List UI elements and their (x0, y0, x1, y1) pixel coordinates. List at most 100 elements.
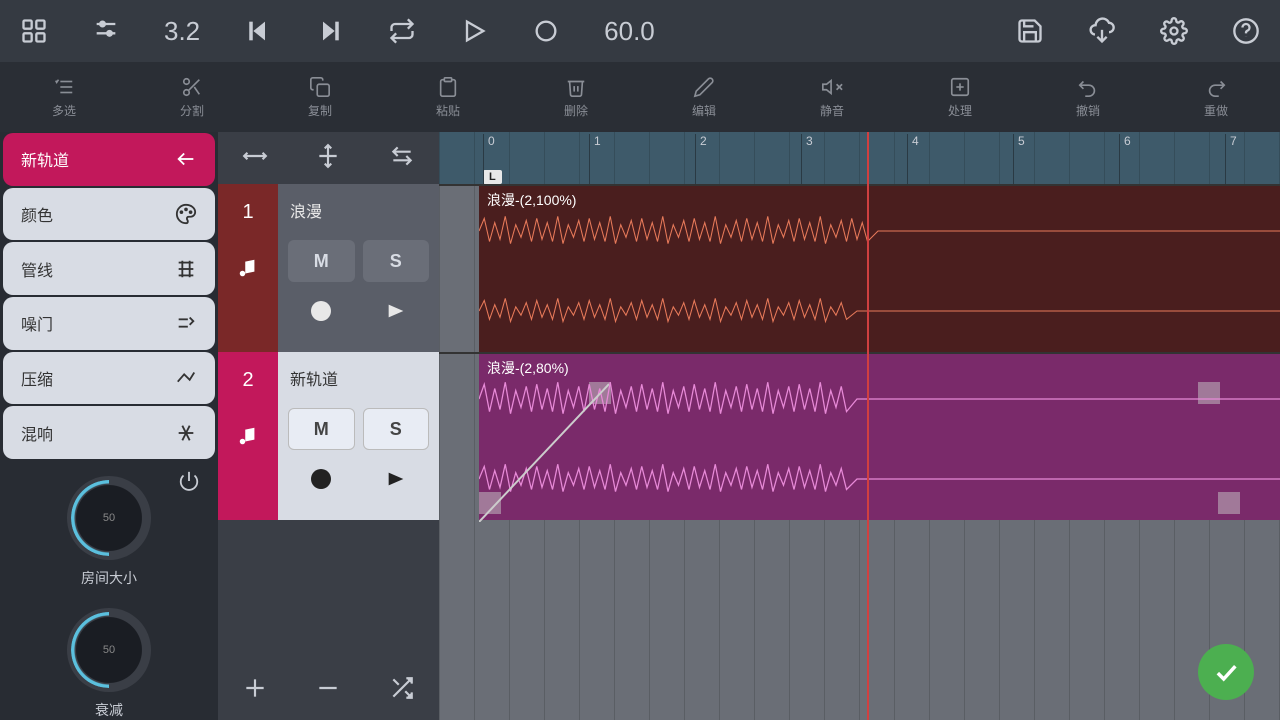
track-number: 1 (218, 184, 278, 240)
settings-icon[interactable] (1160, 17, 1188, 45)
audio-clip-1[interactable]: 浪漫-(2,100%) (479, 186, 1280, 352)
loop-icon[interactable] (388, 17, 416, 45)
tempo-display[interactable]: 60.0 (604, 16, 655, 47)
ruler-tick: 5 (1013, 134, 1025, 186)
label: 删除 (564, 102, 588, 119)
knob-label: 房间大小 (81, 568, 137, 588)
palette-icon (175, 203, 197, 225)
shuffle-icon[interactable] (389, 675, 415, 706)
arm-record[interactable] (288, 290, 355, 332)
ruler-tick: 4 (907, 134, 919, 186)
position-display[interactable]: 3.2 (164, 16, 200, 47)
record-icon[interactable] (532, 17, 560, 45)
solo-toggle[interactable]: S (363, 240, 430, 282)
ruler[interactable]: L 01234567 (439, 132, 1280, 184)
trim-tool-icon[interactable] (389, 143, 415, 174)
label: 多选 (52, 102, 76, 119)
label: 粘贴 (436, 102, 460, 119)
add-track-icon[interactable] (242, 675, 268, 706)
skip-forward-icon[interactable] (316, 17, 344, 45)
split-button[interactable]: 分割 (128, 76, 256, 119)
help-icon[interactable] (1232, 17, 1260, 45)
edit-toolbar: 多选 分割 复制 粘贴 删除 编辑 静音 处理 撤销 重做 (0, 62, 1280, 132)
knob-value: 50 (103, 644, 115, 656)
ruler-tick: 3 (801, 134, 813, 186)
label: 新轨道 (21, 147, 69, 171)
clip-row-2[interactable]: 浪漫-(2,80%) (439, 352, 1280, 520)
note-icon[interactable] (218, 408, 278, 464)
cloud-download-icon[interactable] (1088, 17, 1116, 45)
ruler-tick: 6 (1119, 134, 1131, 186)
waveform-icon (479, 210, 1280, 252)
save-icon[interactable] (1016, 17, 1044, 45)
gate-icon (175, 312, 197, 334)
skip-back-icon[interactable] (244, 17, 272, 45)
ruler-tick: 2 (695, 134, 707, 186)
move-tool-icon[interactable] (242, 143, 268, 174)
track-footer (218, 660, 439, 720)
play-icon[interactable] (460, 17, 488, 45)
mute-toggle[interactable]: M (288, 408, 355, 450)
mute-toggle[interactable]: M (288, 240, 355, 282)
track-header-1[interactable]: 1 浪漫 MS (218, 184, 439, 352)
mute-button[interactable]: 静音 (768, 76, 896, 119)
delete-button[interactable]: 删除 (512, 76, 640, 119)
redo-button[interactable]: 重做 (1152, 76, 1280, 119)
top-transport-bar: 3.2 60.0 (0, 0, 1280, 62)
knob-room-size[interactable]: 50房间大小 (67, 476, 151, 588)
label: 复制 (308, 102, 332, 119)
sidebar-compress[interactable]: 压缩 (3, 352, 215, 405)
sidebar-gate[interactable]: 噪门 (3, 297, 215, 350)
monitor-button[interactable] (363, 458, 430, 500)
timeline-area[interactable]: L 01234567 浪漫-(2,100%) 浪漫-(2,80%) (439, 132, 1280, 720)
track-name[interactable]: 浪漫 (288, 192, 429, 232)
ruler-tick: 7 (1225, 134, 1237, 186)
label: 压缩 (21, 366, 53, 390)
remove-track-icon[interactable] (315, 675, 341, 706)
label: 噪门 (21, 311, 53, 335)
solo-toggle[interactable]: S (363, 408, 430, 450)
edit-button[interactable]: 编辑 (640, 76, 768, 119)
sidebar-pipeline[interactable]: 管线 (3, 242, 215, 295)
freeze-icon[interactable] (218, 464, 278, 520)
fade-in-line[interactable] (479, 354, 609, 522)
knob-decay[interactable]: 50 衰减 (67, 608, 151, 720)
reverb-icon (175, 422, 197, 444)
clip-row-1[interactable]: 浪漫-(2,100%) (439, 184, 1280, 352)
track-header-2[interactable]: 2 新轨道 MS (218, 352, 439, 520)
empty-track-area[interactable] (439, 520, 1280, 720)
compress-icon (175, 367, 197, 389)
label: 编辑 (692, 102, 716, 119)
note-icon[interactable] (218, 240, 278, 296)
sliders-icon[interactable] (92, 17, 120, 45)
label: 分割 (180, 102, 204, 119)
apps-icon[interactable] (20, 17, 48, 45)
label: 撤销 (1076, 102, 1100, 119)
confirm-button[interactable] (1198, 644, 1254, 700)
arm-record[interactable] (288, 458, 355, 500)
playhead[interactable] (867, 132, 869, 720)
sidebar-reverb[interactable]: 混响 (3, 406, 215, 459)
track-number: 2 (218, 352, 278, 408)
monitor-button[interactable] (363, 290, 430, 332)
label: 处理 (948, 102, 972, 119)
sidebar-color[interactable]: 颜色 (3, 188, 215, 241)
power-button[interactable] (178, 470, 200, 492)
knob-label: 衰减 (95, 700, 123, 720)
ruler-tick: 1 (589, 134, 601, 186)
multiselect-button[interactable]: 多选 (0, 76, 128, 119)
grid-icon (175, 258, 197, 280)
copy-button[interactable]: 复制 (256, 76, 384, 119)
arrow-left-icon (175, 148, 197, 170)
label: 重做 (1204, 102, 1228, 119)
paste-button[interactable]: 粘贴 (384, 76, 512, 119)
vertical-tool-icon[interactable] (315, 143, 341, 174)
process-button[interactable]: 处理 (896, 76, 1024, 119)
undo-button[interactable]: 撤销 (1024, 76, 1152, 119)
waveform-icon (479, 290, 1280, 332)
freeze-icon[interactable] (218, 296, 278, 352)
label: 混响 (21, 421, 53, 445)
track-name[interactable]: 新轨道 (288, 360, 429, 400)
sidebar-newtrack[interactable]: 新轨道 (3, 133, 215, 186)
ruler-tick: 0 (483, 134, 495, 186)
